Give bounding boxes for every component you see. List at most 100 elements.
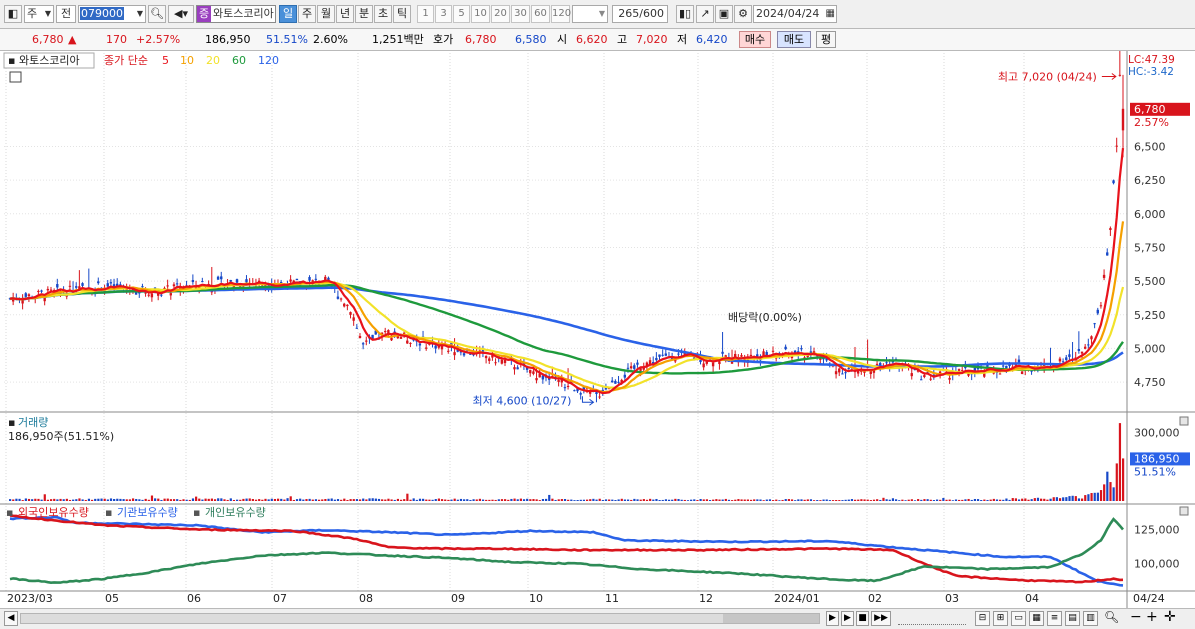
date-field[interactable]: 2024/04/24 ▦ <box>753 5 837 23</box>
volume-bar <box>1074 496 1077 501</box>
volume-bar <box>210 498 213 501</box>
volume-bar <box>853 499 857 501</box>
date-label-13: 04/24 <box>1133 592 1165 605</box>
change-arrow: ▲ <box>68 33 77 46</box>
speaker-icon[interactable]: ◀▾ <box>168 5 194 23</box>
interval-1[interactable]: 1 <box>417 5 434 23</box>
market-select[interactable]: 주 ▼ <box>24 5 54 23</box>
volume-bar <box>97 498 100 501</box>
volume-bar <box>103 498 106 501</box>
zoom-out-icon[interactable]: − <box>1130 609 1142 625</box>
scrollbar-track[interactable] <box>20 613 820 624</box>
candle-body <box>910 373 913 377</box>
interval-10[interactable]: 10 <box>471 5 490 23</box>
zoom-fit-icon[interactable]: ⊟ <box>975 611 990 626</box>
stop-icon[interactable]: ■ <box>856 611 869 626</box>
interval-120[interactable]: 120 <box>551 5 571 23</box>
volume-bar <box>223 499 226 501</box>
period-tab-2[interactable]: 월 <box>317 5 335 23</box>
volume-bar <box>109 498 113 501</box>
candle-icon[interactable]: ▮▯ <box>676 5 694 23</box>
play-icon[interactable]: ▶ <box>841 611 854 626</box>
volume-bar <box>1106 471 1109 501</box>
open-label: 시 <box>557 33 568 46</box>
volume-bar <box>1008 499 1011 501</box>
period-tab-4[interactable]: 분 <box>355 5 373 23</box>
save-icon[interactable]: ▣ <box>715 5 733 23</box>
volume-bar <box>46 499 50 501</box>
code-input[interactable]: 079000 ▼ <box>78 5 146 23</box>
volume-bar <box>440 499 444 501</box>
zoom-window-icon[interactable]: ⊞ <box>993 611 1008 626</box>
holdings-tick-label: 125,000 <box>1134 524 1180 537</box>
volume-bar <box>674 498 677 501</box>
interval-5[interactable]: 5 <box>453 5 470 23</box>
period-tab-1[interactable]: 주 <box>298 5 316 23</box>
volume-bar <box>576 500 579 501</box>
period-tab-5[interactable]: 초 <box>374 5 392 23</box>
scroll-left-button[interactable]: ◀ <box>4 611 18 626</box>
interval-30[interactable]: 30 <box>511 5 530 23</box>
volume-bar <box>346 499 349 501</box>
crosshair-icon[interactable]: ✛ <box>1164 609 1176 625</box>
candle-body <box>960 370 964 372</box>
zoom-in-icon[interactable]: + <box>1146 609 1158 625</box>
search-icon[interactable]: 🔍︎ <box>148 5 166 23</box>
date-label-9: 2024/01 <box>774 592 820 605</box>
candle-body <box>566 385 570 388</box>
candle-body <box>617 381 620 383</box>
interval-3[interactable]: 3 <box>435 5 452 23</box>
draw-icon[interactable]: ↗ <box>696 5 714 23</box>
candle-body <box>629 366 633 369</box>
volume-bar <box>1021 498 1024 501</box>
price-tick-label: 4,750 <box>1134 376 1166 389</box>
gear-icon[interactable]: ⚙ <box>734 5 752 23</box>
candle-body <box>847 367 850 369</box>
stock-chart[interactable]: 4,750 5,000 5,250 5,500 5,750 6,000 6,250 6,500… <box>0 51 1195 608</box>
buy-button[interactable]: 매수 <box>739 31 771 48</box>
layout-icon[interactable]: ▭ <box>1011 611 1026 626</box>
list-icon[interactable]: ≡ <box>1047 611 1062 626</box>
chart-icon[interactable]: ▤ <box>1065 611 1080 626</box>
volume-bar <box>954 499 958 501</box>
prev-button[interactable]: 전 <box>56 5 76 23</box>
holdings-legend-bullet: ▪ <box>105 506 112 519</box>
volume-bar <box>450 499 453 501</box>
volume-bar <box>160 499 163 501</box>
window-icon[interactable]: ◧ <box>4 5 22 23</box>
interval-20[interactable]: 20 <box>491 5 510 23</box>
search-icon[interactable]: 🔍︎ <box>1104 610 1119 624</box>
current-pct-label: 2.57% <box>1134 116 1169 129</box>
eval-button[interactable]: 평 <box>816 31 836 48</box>
volume-bar <box>469 499 472 501</box>
stock-name-field[interactable]: 증 와토스코리아 <box>196 5 276 23</box>
period-tab-0[interactable]: 일 <box>279 5 297 23</box>
scrollbar-thumb[interactable] <box>723 614 819 623</box>
volume-bar <box>277 498 280 501</box>
volume-bar <box>349 499 352 501</box>
period-tab-3[interactable]: 년 <box>336 5 354 23</box>
scroll-right-button[interactable]: ▶ <box>826 611 839 626</box>
volume-bar <box>182 499 185 501</box>
sell-button[interactable]: 매도 <box>777 31 811 48</box>
candle-body <box>1001 365 1005 367</box>
fast-forward-icon[interactable]: ▶▶ <box>871 611 891 626</box>
volume-bar <box>128 499 132 501</box>
grid-icon[interactable]: ▦ <box>1029 611 1044 626</box>
volume-bar <box>232 499 236 501</box>
volume-bar <box>169 499 173 501</box>
interval-60[interactable]: 60 <box>531 5 550 23</box>
candle-body <box>1065 357 1068 360</box>
chevron-down-icon: ▼ <box>44 9 51 18</box>
bar-icon[interactable]: ▥ <box>1083 611 1098 626</box>
volume-bar <box>283 499 286 501</box>
volume-bar <box>980 500 983 501</box>
low: 6,420 <box>696 33 728 46</box>
period-tab-6[interactable]: 틱 <box>393 5 411 23</box>
candle-body <box>488 358 491 361</box>
speed-slider[interactable] <box>898 613 966 625</box>
candle-body <box>875 363 879 365</box>
interval-select[interactable]: ▼ <box>572 5 608 23</box>
count-field[interactable]: 265/600 <box>612 5 668 23</box>
volume-bar <box>743 499 746 501</box>
